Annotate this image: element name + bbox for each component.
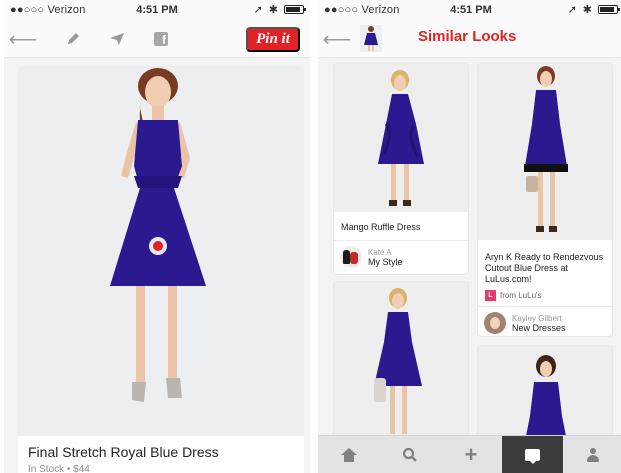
- similar-looks-screen: ●●○○○ Verizon 4:51 PM ➚ ✱ ⟵ Similar Look…: [318, 0, 621, 473]
- model-photo: [110, 68, 206, 402]
- pinner-name: Kayley Gilbert: [512, 313, 562, 323]
- tab-news[interactable]: [501, 436, 563, 473]
- status-bar: ●●○○○ Verizon 4:51 PM ➚ ✱: [318, 0, 621, 20]
- page-title: Similar Looks: [418, 28, 517, 45]
- facebook-icon[interactable]: f: [150, 28, 172, 50]
- model-photo: [524, 66, 568, 232]
- home-icon: [340, 447, 357, 462]
- pin-source[interactable]: L from LuLu's: [485, 290, 542, 301]
- pin-caption: Mango Ruffle Dress: [341, 222, 421, 232]
- status-bar: ●●○○○ Verizon 4:51 PM ➚ ✱: [4, 0, 310, 20]
- tab-add[interactable]: +: [440, 436, 501, 473]
- pinner-attribution[interactable]: Kate A My Style: [340, 246, 403, 268]
- profile-icon: [586, 447, 600, 462]
- battery-icon: [598, 5, 620, 14]
- model-photo: [524, 355, 568, 446]
- pin-image[interactable]: [18, 66, 304, 436]
- similar-pin-card[interactable]: Aryn K Ready to Rendezvous Cutout Blue D…: [478, 64, 612, 336]
- pin-detail-screen: ●●○○○ Verizon 4:51 PM ➚ ✱ ⟵ f Pin it Fin…: [4, 0, 310, 473]
- screenshot-pair: ●●○○○ Verizon 4:51 PM ➚ ✱ ⟵ f Pin it Fin…: [0, 0, 621, 473]
- board-name: New Dresses: [512, 322, 566, 333]
- tab-home[interactable]: [318, 436, 379, 473]
- pinner-name: Kate A: [368, 247, 392, 257]
- pin-title: Final Stretch Royal Blue Dress: [28, 444, 219, 460]
- avatar: [484, 312, 506, 334]
- search-icon: [402, 447, 417, 462]
- similar-looks-header: ⟵ Similar Looks: [318, 20, 621, 58]
- model-photo: [374, 288, 422, 434]
- pin-image: [478, 64, 612, 240]
- tab-bar: +: [318, 435, 621, 473]
- divider: [478, 306, 612, 307]
- source-label: from LuLu's: [500, 291, 542, 300]
- add-icon: +: [464, 441, 478, 467]
- pin-subtitle: In Stock • $44: [28, 464, 90, 473]
- pin-card[interactable]: Final Stretch Royal Blue Dress In Stock …: [18, 66, 304, 473]
- location-icon: ➚: [567, 4, 577, 16]
- pin-it-button[interactable]: Pin it: [246, 27, 300, 52]
- avatar: [340, 246, 362, 268]
- location-icon: ➚: [253, 4, 263, 16]
- edit-pencil-icon[interactable]: [62, 28, 84, 50]
- pin-image: [478, 346, 612, 446]
- pin-image: [334, 64, 468, 212]
- back-arrow-icon[interactable]: ⟵: [9, 28, 38, 51]
- similar-pin-card[interactable]: [334, 282, 468, 442]
- status-icons: ➚ ✱: [253, 3, 306, 16]
- status-icons: ➚ ✱: [567, 3, 620, 16]
- board-name: My Style: [368, 256, 403, 267]
- pinner-attribution[interactable]: Kayley Gilbert New Dresses: [484, 312, 566, 334]
- lulus-logo-icon: L: [485, 290, 496, 301]
- back-arrow-icon[interactable]: ⟵: [323, 28, 352, 51]
- similar-pin-card[interactable]: [478, 346, 612, 446]
- send-icon[interactable]: [106, 28, 128, 50]
- divider: [334, 240, 468, 241]
- bluetooth-icon: ✱: [268, 4, 278, 16]
- pin-caption: Aryn K Ready to Rendezvous Cutout Blue D…: [485, 252, 604, 284]
- tab-profile[interactable]: [563, 436, 621, 473]
- model-photo: [378, 70, 424, 206]
- tab-search[interactable]: [379, 436, 440, 473]
- pin-toolbar: ⟵ f Pin it: [4, 20, 310, 58]
- source-pin-thumbnail[interactable]: [360, 25, 382, 52]
- battery-icon: [284, 5, 306, 14]
- news-icon: [524, 448, 540, 464]
- pin-image: [334, 282, 468, 442]
- similar-pin-card[interactable]: Mango Ruffle Dress Kate A My Style: [334, 64, 468, 274]
- bluetooth-icon: ✱: [582, 4, 592, 16]
